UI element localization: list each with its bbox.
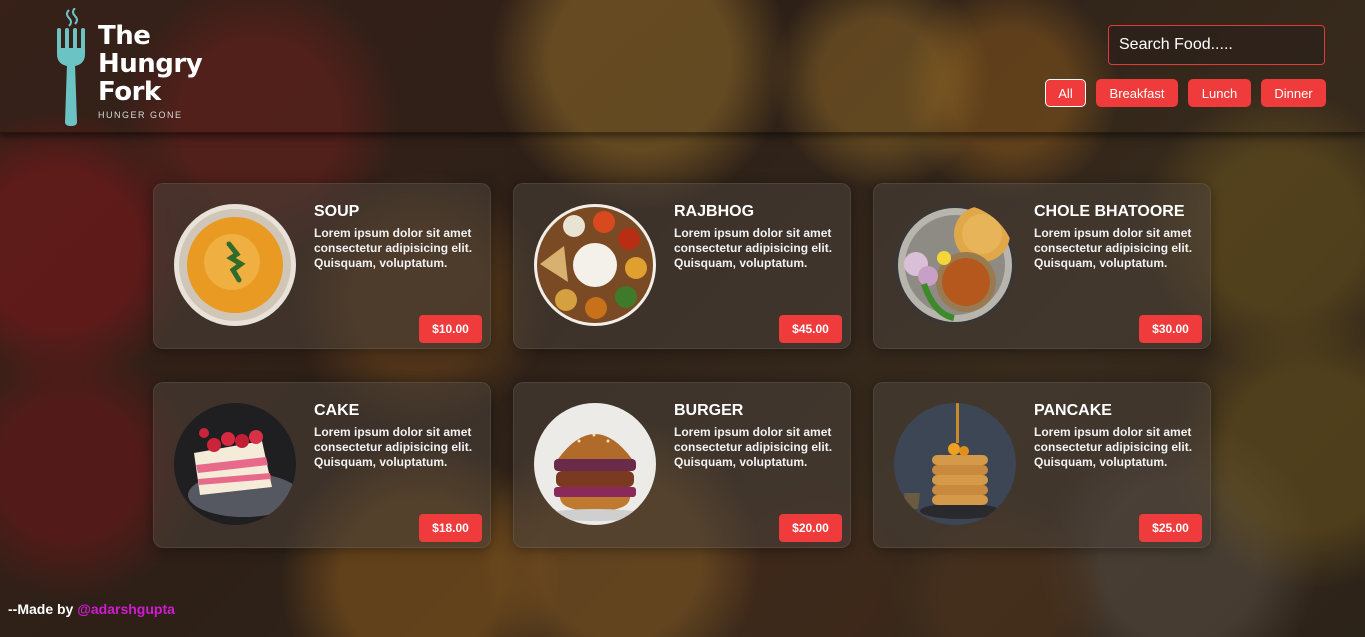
item-name: PANCAKE [1034, 402, 1112, 419]
pancake-stack-image [894, 403, 1016, 525]
price-button[interactable]: $25.00 [1139, 514, 1202, 542]
item-description: Lorem ipsum dolor sit amet consectetur a… [674, 425, 833, 469]
item-name: BURGER [674, 402, 744, 419]
filter-lunch-button[interactable]: Lunch [1188, 79, 1251, 107]
brand-name-line: The [98, 21, 151, 51]
logo[interactable]: The Hungry Fork HUNGER GONE [54, 8, 224, 126]
price-button[interactable]: $45.00 [779, 315, 842, 343]
item-name: CAKE [314, 402, 360, 419]
filter-all-button[interactable]: All [1045, 79, 1086, 107]
footer-credit: --Made by @adarshgupta [8, 601, 175, 617]
item-description: Lorem ipsum dolor sit amet consectetur a… [314, 226, 473, 270]
thali-image [534, 204, 656, 326]
menu-card: CAKE Lorem ipsum dolor sit amet consecte… [153, 382, 491, 548]
price-button[interactable]: $20.00 [779, 514, 842, 542]
chole-bhatoore-image [894, 204, 1016, 326]
item-name: SOUP [314, 203, 360, 220]
price-button[interactable]: $18.00 [419, 514, 482, 542]
item-description: Lorem ipsum dolor sit amet consectetur a… [1034, 425, 1193, 469]
brand-tagline: HUNGER GONE [98, 110, 183, 120]
brand-name: The Hungry Fork [98, 21, 203, 107]
price-button[interactable]: $30.00 [1139, 315, 1202, 343]
price-button[interactable]: $10.00 [419, 315, 482, 343]
filter-breakfast-button[interactable]: Breakfast [1096, 79, 1178, 107]
footer-prefix: --Made by [8, 601, 78, 617]
menu-card: BURGER Lorem ipsum dolor sit amet consec… [513, 382, 851, 548]
menu-card: PANCAKE Lorem ipsum dolor sit amet conse… [873, 382, 1211, 548]
header: The Hungry Fork HUNGER GONE All Breakfas… [0, 0, 1365, 133]
item-name: RAJBHOG [674, 203, 755, 220]
item-description: Lorem ipsum dolor sit amet consectetur a… [674, 226, 833, 270]
item-description: Lorem ipsum dolor sit amet consectetur a… [314, 425, 473, 469]
filter-dinner-button[interactable]: Dinner [1261, 79, 1326, 107]
fork-icon [57, 8, 85, 126]
menu-card: CHOLE BHATOORE Lorem ipsum dolor sit ame… [873, 183, 1211, 349]
brand-name-line: Hungry [98, 49, 203, 79]
soup-bowl-image [174, 204, 296, 326]
cake-slice-image [174, 403, 296, 525]
item-description: Lorem ipsum dolor sit amet consectetur a… [1034, 226, 1193, 270]
search-input[interactable] [1108, 25, 1325, 65]
brand-name-line: Fork [98, 77, 161, 107]
author-link[interactable]: @adarshgupta [77, 601, 175, 617]
item-name: CHOLE BHATOORE [1034, 203, 1185, 220]
menu-card: SOUP Lorem ipsum dolor sit amet consecte… [153, 183, 491, 349]
menu-card: RAJBHOG Lorem ipsum dolor sit amet conse… [513, 183, 851, 349]
burger-image [534, 403, 656, 525]
